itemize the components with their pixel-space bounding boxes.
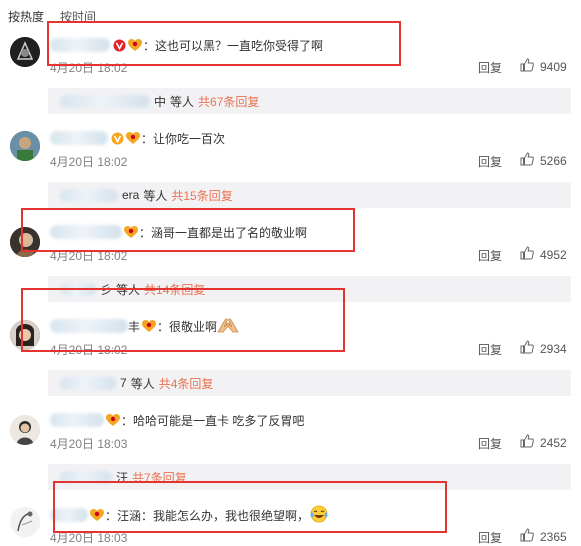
user-avatar[interactable]: [10, 227, 40, 257]
like-count: 5266: [540, 153, 567, 168]
sub-reply-people: 等人: [143, 188, 168, 203]
username-blurred[interactable]: [50, 508, 88, 522]
comment-text: ：汪涵：我能怎么办，我也很绝望啊，: [105, 508, 310, 523]
comment-text: ：哈哈可能是一直卡 吃多了反胃吧: [121, 413, 305, 428]
reply-button[interactable]: 回复: [478, 59, 502, 76]
fan-heart-badge-icon: [128, 38, 142, 52]
username-blurred[interactable]: [50, 38, 110, 52]
like-button[interactable]: 2365: [520, 528, 567, 545]
sub-reply-count-link[interactable]: 共14条回复: [144, 281, 205, 298]
like-button[interactable]: 2452: [520, 434, 567, 451]
fan-heart-badge-icon: [90, 508, 104, 522]
fan-heart-badge-icon: [106, 413, 120, 427]
username-suffix[interactable]: 丰: [128, 318, 140, 335]
sort-tabs: 按热度 按时间: [8, 8, 96, 26]
avatar-image: [10, 131, 40, 161]
sub-reply-people: 等人: [130, 376, 155, 391]
sub-reply-name-suffix: 7: [120, 376, 127, 390]
sub-reply-count-link[interactable]: 共15条回复: [171, 187, 232, 204]
thumbs-up-icon: [520, 340, 534, 357]
sort-by-time-tab[interactable]: 按时间: [60, 8, 96, 26]
thumbs-up-icon: [520, 246, 534, 263]
reply-button[interactable]: 回复: [478, 435, 502, 452]
sub-reply-usernames-blurred: [60, 470, 112, 484]
comment-text: ：很敬业啊: [157, 319, 218, 334]
comment-time: 4月20日 18:03: [50, 437, 128, 451]
user-avatar[interactable]: [10, 37, 40, 67]
sub-replies-bar[interactable]: 汪 共7条回复: [48, 464, 571, 490]
thumbs-up-icon: [520, 58, 534, 75]
reply-button[interactable]: 回复: [478, 529, 502, 546]
sub-reply-name-suffix: 彡: [100, 282, 113, 297]
sub-replies-bar[interactable]: 中 等人 共67条回复: [48, 88, 571, 114]
user-avatar[interactable]: [10, 415, 40, 445]
sub-reply-usernames-blurred: [60, 94, 150, 108]
reply-button[interactable]: 回复: [478, 247, 502, 264]
like-button[interactable]: 9409: [520, 58, 567, 75]
like-count: 9409: [540, 59, 567, 74]
praying-hands-emoji-icon: [217, 317, 239, 336]
v-badge-icon: [111, 132, 124, 145]
comment-time: 4月20日 18:03: [50, 531, 128, 545]
sub-replies-bar[interactable]: 彡 等人 共14条回复: [48, 276, 571, 302]
user-avatar[interactable]: [10, 507, 40, 537]
sub-reply-usernames-blurred: [60, 282, 96, 296]
like-count: 4952: [540, 247, 567, 262]
sub-reply-usernames-blurred: [60, 376, 116, 390]
thumbs-up-icon: [520, 152, 534, 169]
comment-text: ：这也可以黑？一直吃你受得了啊: [143, 38, 324, 53]
comment-time: 4月20日 18:02: [50, 61, 128, 75]
username-blurred[interactable]: [50, 413, 104, 427]
sub-reply-count-link[interactable]: 共7条回复: [132, 469, 187, 486]
sort-by-hot-tab[interactable]: 按热度: [8, 8, 44, 26]
laughing-tears-emoji-icon: [309, 505, 329, 526]
avatar-image: [10, 320, 40, 350]
username-blurred[interactable]: [50, 131, 108, 145]
sub-reply-people: 等人: [170, 94, 195, 109]
v-badge-icon: [113, 39, 126, 52]
comment-text: ：让你吃一百次: [141, 131, 226, 146]
sub-reply-people: 等人: [116, 282, 141, 297]
thumbs-up-icon: [520, 528, 534, 545]
thumbs-up-icon: [520, 434, 534, 451]
comment-time: 4月20日 18:02: [50, 155, 128, 169]
avatar-image: [10, 227, 40, 257]
sub-reply-name-suffix: 中: [154, 94, 167, 109]
sub-replies-bar[interactable]: 7 等人 共4条回复: [48, 370, 571, 396]
username-blurred[interactable]: [50, 225, 122, 239]
reply-button[interactable]: 回复: [478, 153, 502, 170]
sub-reply-usernames-blurred: [60, 188, 118, 202]
like-count: 2452: [540, 435, 567, 450]
reply-button[interactable]: 回复: [478, 341, 502, 358]
user-avatar[interactable]: [10, 320, 40, 350]
like-button[interactable]: 5266: [520, 152, 567, 169]
like-count: 2365: [540, 529, 567, 544]
user-avatar[interactable]: [10, 131, 40, 161]
comment-text: ：涵哥一直都是出了名的敬业啊: [139, 225, 308, 240]
username-blurred[interactable]: [50, 319, 128, 333]
avatar-image: [10, 37, 40, 67]
avatar-image: [10, 415, 40, 445]
sub-reply-count-link[interactable]: 共4条回复: [159, 375, 214, 392]
fan-heart-badge-icon: [124, 225, 138, 239]
comment-time: 4月20日 18:02: [50, 249, 128, 263]
comment-time: 4月20日 18:02: [50, 343, 128, 357]
sub-replies-bar[interactable]: era 等人 共15条回复: [48, 182, 571, 208]
sub-reply-name-suffix: 汪: [116, 470, 129, 485]
fan-heart-badge-icon: [142, 319, 157, 333]
avatar-image: [10, 507, 40, 537]
fan-heart-badge-icon: [126, 131, 140, 145]
like-button[interactable]: 4952: [520, 246, 567, 263]
like-count: 2934: [540, 341, 567, 356]
sub-reply-name-suffix: era: [122, 188, 140, 202]
like-button[interactable]: 2934: [520, 340, 567, 357]
sub-reply-count-link[interactable]: 共67条回复: [198, 93, 259, 110]
